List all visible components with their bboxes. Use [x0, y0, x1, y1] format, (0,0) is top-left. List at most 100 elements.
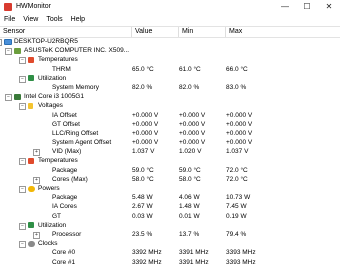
expand-icon[interactable]: +	[33, 176, 40, 184]
sensor-max: 83.0 %	[226, 83, 247, 91]
column-min[interactable]: Min	[179, 27, 226, 37]
sensor-max: 10.73 W	[226, 194, 251, 202]
menu-bar: File View Tools Help	[0, 14, 340, 26]
collapse-icon[interactable]: −	[19, 57, 26, 65]
collapse-icon[interactable]: −	[5, 94, 12, 102]
menu-view[interactable]: View	[19, 14, 42, 26]
sensor-row[interactable]: THRM 65.0 °C 61.0 °C 66.0 °C	[0, 65, 340, 74]
sensor-label: Clocks	[38, 240, 58, 248]
sensor-value: +0.000 V	[132, 129, 159, 137]
sensor-label: IA Cores	[52, 203, 77, 211]
sensor-row[interactable]: System Agent Offset +0.000 V +0.000 V +0.00…	[0, 138, 340, 147]
group-row[interactable]: − Clocks	[0, 239, 340, 249]
sensor-value: +0.000 V	[132, 139, 159, 147]
thermometer-icon	[28, 56, 34, 63]
collapse-icon[interactable]: −	[19, 186, 26, 193]
sensor-value: 65.0 °C	[132, 65, 154, 73]
sensor-row[interactable]: System Memory 82.0 % 82.0 % 83.0 %	[0, 83, 340, 92]
group-row[interactable]: − Intel Core i3 1005G1	[0, 92, 340, 102]
sensor-label: ASUSTeK COMPUTER INC. X509...	[24, 47, 130, 55]
sensor-row[interactable]: LLC/Ring Offset +0.000 V +0.000 V +0.000 V	[0, 129, 340, 138]
collapse-icon[interactable]: −	[5, 48, 12, 56]
group-row[interactable]: − Utilization	[0, 74, 340, 83]
sensor-label: Core #1	[52, 258, 76, 266]
sensor-row[interactable]: Core #0 3392 MHz 3391 MHz 3393 MHz	[0, 248, 340, 257]
group-row[interactable]: − Powers	[0, 184, 340, 193]
utilization-icon	[28, 75, 34, 82]
sensor-max: +0.000 V	[226, 129, 253, 137]
sensor-row[interactable]: IA Offset +0.000 V +0.000 V +0.000 V	[0, 111, 340, 120]
sensor-label: Voltages	[38, 102, 63, 110]
sensor-min: 3391 MHz	[179, 258, 209, 266]
sensor-row[interactable]: Core #1 3392 MHz 3391 MHz 3393 MHz	[0, 258, 340, 267]
sensor-min: 61.0 °C	[179, 65, 201, 73]
sensor-max: 79.4 %	[226, 230, 247, 238]
sensor-value: +0.000 V	[132, 120, 159, 128]
column-sensor[interactable]: Sensor	[0, 27, 132, 37]
power-icon	[28, 185, 35, 192]
group-row[interactable]: − Temperatures	[0, 55, 340, 65]
group-row[interactable]: − ASUSTeK COMPUTER INC. X509...	[0, 46, 340, 56]
column-max[interactable]: Max	[226, 27, 340, 37]
maximize-icon[interactable]: ☐	[296, 0, 318, 14]
sensor-row[interactable]: Package 5.48 W 4.06 W 10.73 W	[0, 193, 340, 202]
sensor-label: GT Offset	[52, 120, 80, 128]
group-row[interactable]: − Temperatures	[0, 156, 340, 166]
column-value[interactable]: Value	[132, 27, 179, 37]
menu-tools[interactable]: Tools	[42, 14, 66, 26]
sensor-label: Intel Core i3 1005G1	[24, 93, 84, 101]
sensor-min: +0.000 V	[179, 111, 206, 119]
sensor-max: 72.0 °C	[226, 175, 248, 183]
sensor-value: 3392 MHz	[132, 249, 162, 257]
sensor-label: Utilization	[38, 221, 67, 229]
sensor-row[interactable]: Package 59.0 °C 59.0 °C 72.0 °C	[0, 166, 340, 175]
sensor-label: Processor	[52, 230, 82, 238]
sensor-max: 0.19 W	[226, 212, 247, 220]
sensor-row[interactable]: GT 0.03 W 0.01 W 0.19 W	[0, 212, 340, 221]
sensor-value: 1.037 V	[132, 148, 155, 156]
sensor-min: 4.06 W	[179, 194, 200, 202]
menu-file[interactable]: File	[0, 14, 19, 26]
collapse-icon[interactable]: −	[19, 103, 26, 111]
sensor-max: +0.000 V	[226, 139, 253, 147]
sensor-row[interactable]: + VID (Max) 1.037 V 1.020 V 1.037 V	[0, 147, 340, 157]
collapse-icon[interactable]: −	[19, 75, 26, 83]
sensor-value: 5.48 W	[132, 194, 153, 202]
close-icon[interactable]: ✕	[318, 0, 340, 14]
sensor-label: Package	[52, 166, 78, 174]
menu-help[interactable]: Help	[67, 14, 89, 26]
sensor-label: GT	[52, 212, 62, 220]
sensor-label: LLC/Ring Offset	[52, 129, 99, 137]
sensor-label: Cores (Max)	[52, 175, 88, 183]
thermometer-icon	[28, 157, 34, 164]
group-row[interactable]: − Voltages	[0, 101, 340, 111]
sensor-value: 2.67 W	[132, 203, 153, 211]
sensor-label: System Agent Offset	[52, 139, 112, 147]
sensor-min: +0.000 V	[179, 129, 206, 137]
sensor-row[interactable]: + Cores (Max) 58.0 °C 58.0 °C 72.0 °C	[0, 175, 340, 184]
group-row[interactable]: − DESKTOP-U2RBQR5	[0, 37, 340, 46]
sensor-value: +0.000 V	[132, 111, 159, 119]
sensor-row[interactable]: + Processor 23.5 % 13.7 % 79.4 %	[0, 230, 340, 239]
group-row[interactable]: − Utilization	[0, 221, 340, 230]
expand-icon[interactable]: +	[33, 231, 40, 239]
sensor-label: Temperatures	[38, 157, 78, 165]
sensor-row[interactable]: GT Offset +0.000 V +0.000 V +0.000 V	[0, 120, 340, 129]
minimize-icon[interactable]: —	[274, 0, 296, 14]
sensor-max: 72.0 °C	[226, 166, 248, 174]
collapse-icon[interactable]: −	[0, 39, 2, 46]
collapse-icon[interactable]: −	[19, 158, 26, 166]
expand-icon[interactable]: +	[33, 149, 40, 157]
sensor-min: 3391 MHz	[179, 249, 209, 257]
collapse-icon[interactable]: −	[19, 222, 26, 230]
sensor-label: System Memory	[52, 83, 99, 91]
computer-icon	[4, 38, 12, 45]
cpu-icon	[14, 93, 21, 100]
sensor-min: 1.48 W	[179, 203, 200, 211]
sensor-min: 13.7 %	[179, 230, 200, 238]
sensor-max: 7.45 W	[226, 203, 247, 211]
sensor-row[interactable]: IA Cores 2.67 W 1.48 W 7.45 W	[0, 202, 340, 211]
voltage-icon	[28, 102, 33, 109]
sensor-max: +0.000 V	[226, 111, 253, 119]
collapse-icon[interactable]: −	[19, 241, 26, 249]
